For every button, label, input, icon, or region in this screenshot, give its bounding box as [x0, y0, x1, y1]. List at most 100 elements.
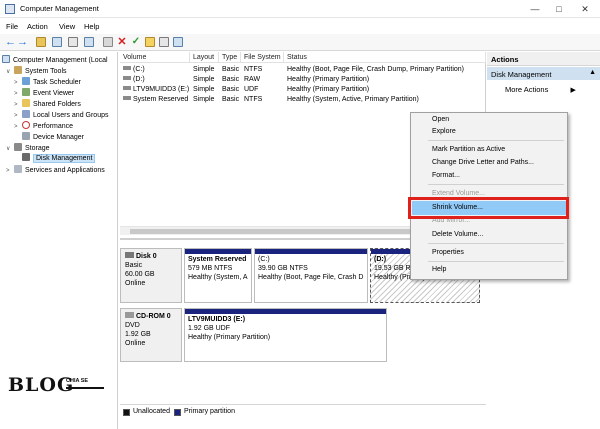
services-icon	[14, 165, 22, 173]
legend-primary-partition: Primary partition	[184, 408, 235, 415]
scrollbar-thumb[interactable]	[130, 229, 430, 234]
layout-cell: Simple	[193, 86, 215, 93]
device-manager-icon	[22, 132, 30, 140]
tree-item-performance[interactable]: > Performance	[14, 121, 73, 130]
more-actions[interactable]: More Actions ▶	[505, 85, 576, 94]
disk-size: 60.00 GB	[125, 271, 155, 278]
tree-item-local-users[interactable]: > Local Users and Groups	[14, 110, 108, 119]
menu-separator	[428, 243, 564, 244]
check-icon[interactable]: ✓	[131, 37, 141, 47]
expand-arrow-icon[interactable]: >	[14, 91, 22, 97]
partition-e[interactable]: LTV9MUIDD3 (E:) 1.92 GB UDF Healthy (Pri…	[184, 308, 387, 362]
tree-item-task-scheduler[interactable]: > Task Scheduler	[14, 77, 81, 86]
collapse-arrow-icon[interactable]: ▲	[589, 69, 596, 76]
status-cell: Healthy (Primary Partition)	[287, 86, 370, 93]
column-header-type[interactable]: Type	[219, 52, 241, 63]
disk-0-header[interactable]: Disk 0 Basic 60.00 GB Online	[120, 248, 182, 303]
expand-arrow-icon[interactable]: >	[14, 80, 22, 86]
layout-cell: Simple	[193, 66, 215, 73]
disk-name: Disk 0	[125, 252, 177, 261]
menu-help[interactable]: Help	[84, 22, 99, 31]
expand-arrow-icon[interactable]: >	[14, 113, 22, 119]
minimize-button[interactable]: —	[528, 2, 542, 16]
primary-partition-bar	[185, 309, 386, 314]
menu-item-open[interactable]: Open	[432, 116, 449, 123]
blog-watermark-logo: BLOG CHIA SE	[8, 374, 108, 398]
disk-name: CD-ROM 0	[125, 312, 177, 321]
more-actions-label: More Actions	[505, 85, 549, 94]
column-header-file-system[interactable]: File System	[241, 52, 284, 63]
tree-item-storage[interactable]: ∨ Storage	[6, 143, 50, 152]
type-cell: Basic	[222, 96, 240, 103]
highlight-annotation-box	[408, 197, 569, 219]
collapse-arrow-icon[interactable]: ∨	[6, 145, 14, 152]
tree-item-event-viewer[interactable]: > Event Viewer	[14, 88, 74, 97]
actions-section-disk-management[interactable]: Disk Management ▲	[487, 67, 600, 80]
actions-section-label: Disk Management	[491, 70, 552, 79]
up-folder-icon[interactable]	[36, 37, 46, 47]
column-header-status[interactable]: Status	[284, 52, 486, 63]
refresh-icon[interactable]	[159, 37, 169, 47]
partition-c[interactable]: (C:) 39.90 GB NTFS Healthy (Boot, Page F…	[254, 248, 368, 303]
file-system-cell: NTFS	[244, 66, 263, 73]
close-button[interactable]: ✕	[578, 2, 592, 16]
column-header-volume[interactable]: Volume	[120, 52, 190, 63]
disk-icon	[125, 252, 134, 258]
collapse-arrow-icon[interactable]: ∨	[6, 68, 14, 75]
chevron-right-icon: ▶	[570, 87, 576, 94]
expand-arrow-icon[interactable]: >	[14, 124, 22, 130]
partition-title: System Reserved	[188, 256, 247, 263]
connect-icon[interactable]	[103, 37, 113, 47]
volume-name-cell: System Reserved	[120, 95, 190, 105]
partition-system-reserved[interactable]: System Reserved 579 MB NTFS Healthy (Sys…	[184, 248, 252, 303]
menu-item-help[interactable]: Help	[432, 266, 446, 273]
menu-item-mark-active[interactable]: Mark Partition as Active	[432, 146, 505, 153]
clock-icon	[22, 77, 30, 85]
export-icon[interactable]	[145, 37, 155, 47]
layout-cell: Simple	[193, 76, 215, 83]
type-cell: Basic	[222, 66, 240, 73]
console-tree-icon[interactable]	[52, 37, 62, 47]
primary-partition-bar	[255, 249, 367, 254]
event-log-icon	[22, 88, 30, 96]
tree-item-services-applications[interactable]: > Services and Applications	[6, 165, 105, 174]
zoom-icon[interactable]	[173, 37, 183, 47]
menu-item-explore[interactable]: Explore	[432, 128, 456, 135]
menu-file[interactable]: File	[6, 22, 18, 31]
tree-item-device-manager[interactable]: Device Manager	[22, 132, 84, 141]
shared-folder-icon	[22, 99, 30, 107]
help-icon[interactable]	[84, 37, 94, 47]
tree-item-shared-folders[interactable]: > Shared Folders	[14, 99, 81, 108]
column-header-layout[interactable]: Layout	[190, 52, 219, 63]
expand-arrow-icon[interactable]: >	[6, 168, 14, 174]
menu-item-properties[interactable]: Properties	[432, 249, 464, 256]
menu-separator	[428, 140, 564, 141]
legend-unallocated: Unallocated	[133, 408, 170, 415]
disk-type: Basic	[125, 262, 143, 269]
expand-arrow-icon[interactable]: >	[14, 102, 22, 108]
tree-item-disk-management[interactable]: Disk Management	[22, 153, 96, 163]
unallocated-swatch	[123, 409, 130, 416]
maximize-button[interactable]: □	[552, 2, 566, 16]
computer-icon	[2, 55, 10, 63]
volume-icon	[123, 66, 131, 70]
forward-arrow-icon[interactable]: →	[17, 37, 28, 48]
back-arrow-icon[interactable]: ←	[5, 37, 16, 48]
tree-item-computer-management[interactable]: Computer Management (Local	[2, 55, 108, 64]
users-icon	[22, 110, 30, 118]
menu-action[interactable]: Action	[27, 22, 48, 31]
menu-item-change-drive-letter[interactable]: Change Drive Letter and Paths...	[432, 159, 534, 166]
actions-header: Actions	[487, 52, 600, 66]
logo-subtext: CHIA SE	[66, 378, 89, 384]
cdrom-0-header[interactable]: CD-ROM 0 DVD 1.92 GB Online	[120, 308, 182, 362]
console-tree: Computer Management (Local ∨ System Tools…	[0, 52, 118, 429]
menu-item-format[interactable]: Format...	[432, 172, 460, 179]
delete-icon[interactable]: ✕	[117, 37, 127, 48]
menu-item-delete-volume[interactable]: Delete Volume...	[432, 231, 483, 238]
file-system-cell: NTFS	[244, 96, 263, 103]
logo-text: BLOG	[8, 374, 75, 396]
computer-management-icon	[5, 4, 15, 14]
properties-icon[interactable]	[68, 37, 78, 47]
menu-view[interactable]: View	[59, 22, 75, 31]
tree-item-system-tools[interactable]: ∨ System Tools	[6, 66, 67, 75]
